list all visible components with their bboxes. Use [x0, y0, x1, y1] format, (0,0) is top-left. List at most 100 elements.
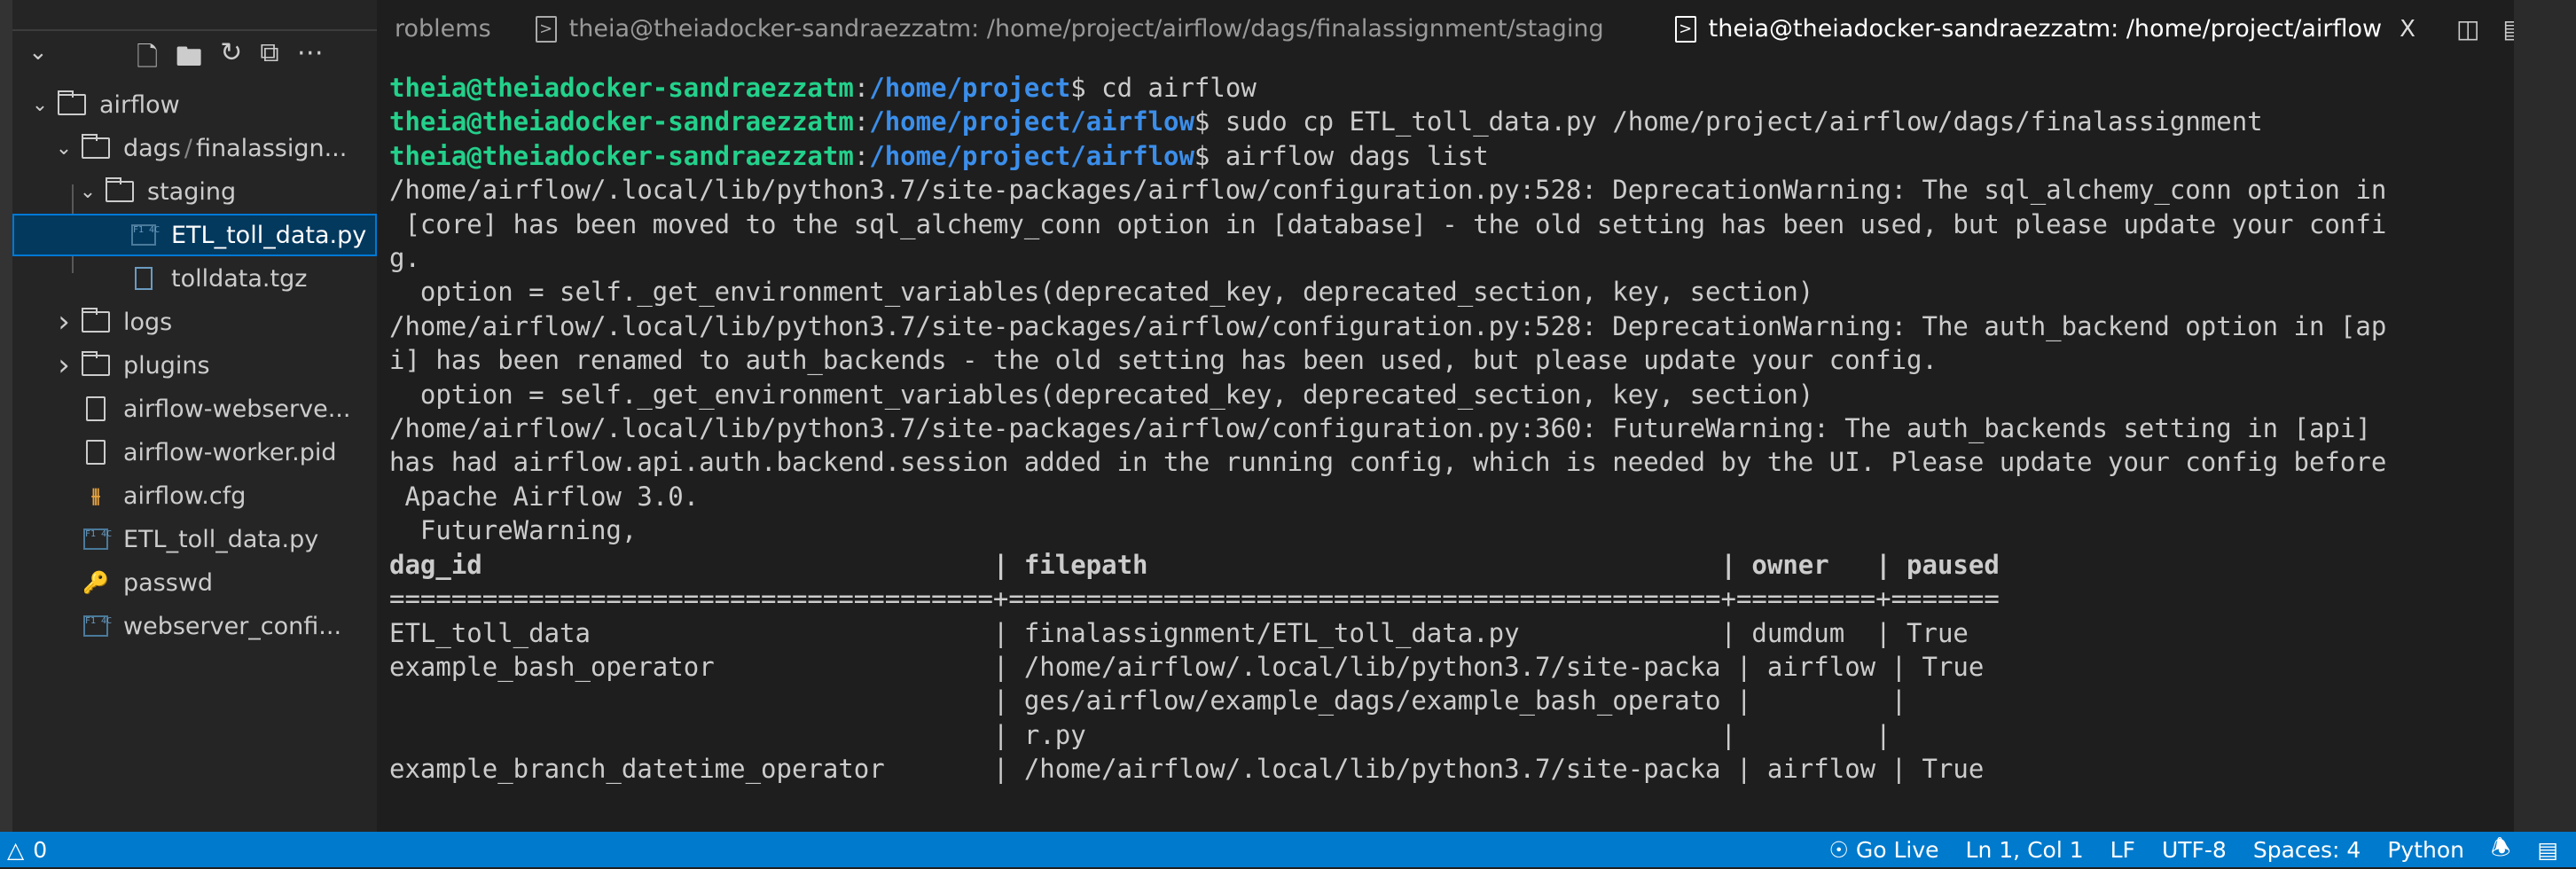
output-line: has had airflow.api.auth.backend.session…: [389, 447, 2387, 478]
prompt-user: theia@theiadocker-sandraezzatm: [389, 106, 854, 137]
tree-item-label: tolldata.tgz: [171, 264, 308, 293]
explorer-header: ⌄ 🗋 🖿 ↻ ⧉ ⋯: [12, 34, 377, 74]
python-file-icon: F1 4C: [81, 527, 112, 552]
output-line: /home/airflow/.local/lib/python3.7/site-…: [389, 310, 2387, 341]
warning-count[interactable]: 0: [33, 837, 47, 863]
tree-item-label: dags: [123, 134, 181, 162]
tree-item[interactable]: F1 4C webserver_confi...: [12, 605, 377, 647]
more-icon[interactable]: ⋯: [297, 37, 324, 82]
layout-icon[interactable]: ▤: [2537, 837, 2558, 863]
tree-item[interactable]: 🔑 passwd: [12, 561, 377, 604]
broadcast-icon: ☉: [1828, 836, 1856, 863]
tree-item[interactable]: airflow-webserve...: [12, 388, 377, 430]
prompt-path: /home/project/airflow: [869, 140, 1194, 171]
divider: [12, 29, 377, 31]
chevron-down-icon: ⌄: [55, 137, 73, 160]
file-explorer: ⌄ 🗋 🖿 ↻ ⧉ ⋯ ⌄ airflow ⌄ dags / finalassign...…: [12, 0, 377, 832]
split-editor-icon[interactable]: ◫: [2456, 14, 2479, 43]
tree-item-label: airflow: [99, 90, 180, 119]
go-live-label: Go Live: [1855, 836, 1939, 863]
tab-terminal-airflow[interactable]: > theia@theiadocker-sandraezzatm: /home/p…: [1657, 0, 2433, 58]
close-icon[interactable]: X: [2400, 16, 2415, 43]
command-text: airflow dags list: [1210, 140, 1489, 171]
tree-item-label: ETL_toll_data.py: [123, 525, 319, 553]
table-row: example_bash_operator | /home/airflow/.l…: [389, 651, 1985, 682]
prompt-path: /home/project: [869, 73, 1071, 103]
tree-item-label: webserver_confi...: [123, 612, 342, 640]
scrollbar[interactable]: [2514, 0, 2576, 832]
end-of-line[interactable]: LF: [2110, 837, 2135, 863]
tree-item[interactable]: F1 4C ETL_toll_data.py: [12, 214, 377, 256]
notifications-bell-icon[interactable]: 🕭: [2491, 831, 2510, 869]
terminal-output[interactable]: theia@theiadocker-sandraezzatm:/home/pro…: [389, 71, 2509, 787]
refresh-icon[interactable]: ↻: [220, 37, 242, 82]
tree-item[interactable]: ⌄ airflow: [12, 83, 377, 126]
cursor-position[interactable]: Ln 1, Col 1: [1966, 837, 2084, 863]
file-icon: [81, 440, 111, 465]
prompt-path: /home/project/airflow: [869, 106, 1194, 137]
tree-item-label: logs: [123, 308, 173, 336]
settings-file-icon: ⫵: [90, 484, 101, 507]
language-mode[interactable]: Python: [2387, 837, 2464, 863]
table-row: example_branch_datetime_operator | /home…: [389, 754, 1985, 785]
prompt-user: theia@theiadocker-sandraezzatm: [389, 73, 854, 103]
table-header: dag_id | filepath | owner | paused: [389, 549, 2000, 580]
prompt-dollar: $: [1194, 106, 1210, 137]
tree-item-label: plugins: [123, 351, 210, 380]
tree-item[interactable]: ⌄ staging: [12, 170, 377, 213]
output-line: Apache Airflow 3.0.: [389, 481, 700, 512]
folder-icon: [81, 351, 111, 378]
output-line: g.: [389, 243, 420, 274]
output-line: /home/airflow/.local/lib/python3.7/site-…: [389, 175, 2387, 206]
folder-icon: [81, 308, 111, 334]
command-text: sudo cp ETL_toll_data.py /home/project/a…: [1210, 106, 2263, 137]
output-line: option = self._get_environment_variables…: [389, 277, 1814, 308]
prompt-colon: :: [853, 140, 870, 171]
collapse-section-chevron-icon[interactable]: ⌄: [28, 39, 48, 66]
prompt-colon: :: [853, 106, 870, 137]
command-line: theia@theiadocker-sandraezzatm:/home/pro…: [389, 105, 2509, 138]
tree-item-label: airflow.cfg: [123, 481, 247, 510]
warning-icon[interactable]: △: [7, 837, 24, 863]
tab-problems[interactable]: roblems: [377, 0, 509, 58]
tree-item[interactable]: › plugins: [12, 344, 377, 387]
chevron-down-icon: ⌄: [79, 180, 97, 203]
tree-item[interactable]: airflow-worker.pid: [12, 431, 377, 474]
table-row: | ges/airflow/example_dags/example_bash_…: [389, 685, 1907, 716]
tree-item[interactable]: › logs: [12, 301, 377, 343]
new-file-icon[interactable]: 🗋: [137, 37, 158, 82]
tree-item[interactable]: ⫵ airflow.cfg: [12, 474, 377, 517]
table-row: | r.py | |: [389, 719, 1891, 750]
tree-item[interactable]: ⌄ dags / finalassign...: [12, 127, 377, 169]
prompt-colon: :: [853, 73, 870, 103]
status-bar: △ 0 ☉ Go Live Ln 1, Col 1 LF UTF-8 Space…: [0, 832, 2576, 867]
activity-bar: [0, 0, 12, 832]
tree-item-label: staging: [147, 177, 237, 206]
tree-item[interactable]: tolldata.tgz: [12, 257, 377, 300]
go-live-button[interactable]: ☉ Go Live: [1829, 837, 1939, 863]
new-folder-icon[interactable]: 🖿: [176, 37, 202, 82]
tree-item-label: airflow-worker.pid: [123, 438, 337, 466]
tree-item[interactable]: F1 4C ETL_toll_data.py: [12, 518, 377, 560]
chevron-right-icon: ›: [58, 304, 70, 340]
table-row: ETL_toll_data | finalassignment/ETL_toll…: [389, 617, 1969, 648]
table-separator: =======================================+…: [389, 583, 2000, 615]
command-text: cd airflow: [1085, 73, 1257, 103]
command-line: theia@theiadocker-sandraezzatm:/home/pro…: [389, 139, 2509, 173]
terminal-icon: >: [1674, 15, 1696, 43]
collapse-all-icon[interactable]: ⧉: [260, 37, 278, 82]
terminal-tab-bar: roblems > theia@theiadocker-sandraezzatm:…: [377, 0, 2526, 58]
encoding[interactable]: UTF-8: [2162, 837, 2227, 863]
indentation[interactable]: Spaces: 4: [2253, 837, 2361, 863]
tab-terminal-staging[interactable]: > theia@theiadocker-sandraezzatm: /home/p…: [518, 0, 1622, 58]
archive-file-icon: [129, 266, 159, 291]
python-file-icon: F1 4C: [81, 614, 112, 638]
python-file-icon: F1 4C: [129, 223, 160, 247]
folder-icon: [57, 90, 87, 117]
tree-item-label: finalassign...: [196, 134, 348, 162]
output-line: FutureWarning,: [389, 515, 638, 546]
tab-label: theia@theiadocker-sandraezzatm: /home/pr…: [568, 15, 1604, 43]
output-line: /home/airflow/.local/lib/python3.7/site-…: [389, 413, 2371, 444]
terminal-icon: >: [535, 15, 557, 43]
tab-label: theia@theiadocker-sandraezzatm: /home/pr…: [1708, 15, 2383, 43]
